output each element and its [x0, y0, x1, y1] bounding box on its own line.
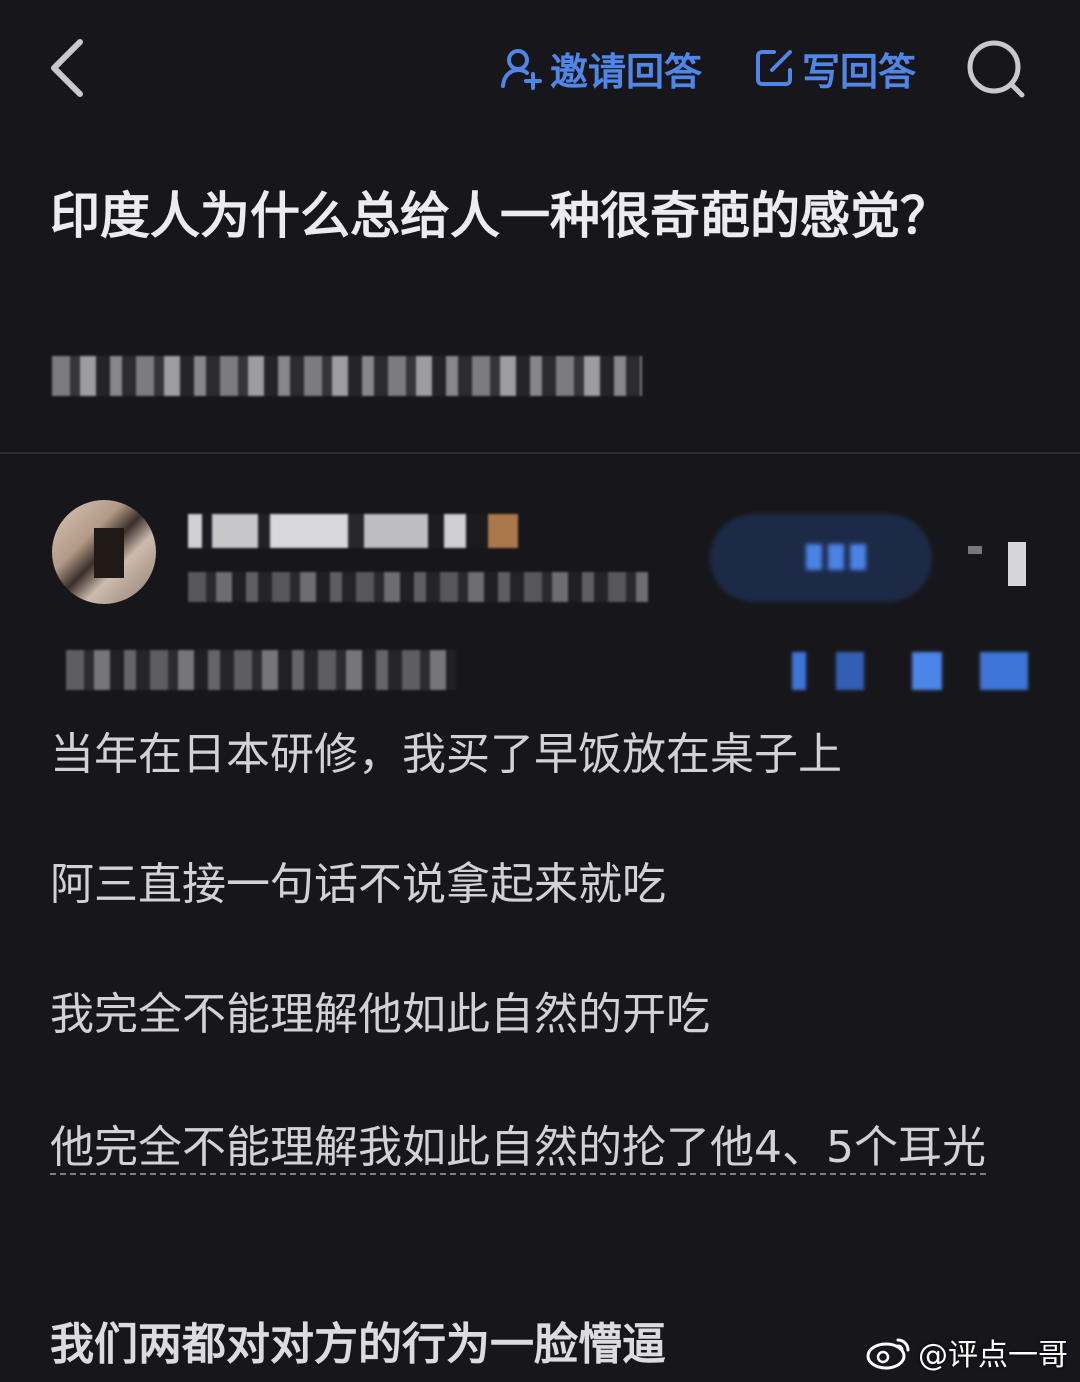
- divider: [0, 452, 1080, 454]
- weibo-icon: [866, 1338, 910, 1370]
- author-bio-blurred: [188, 572, 648, 602]
- watermark: @评点一哥: [866, 1330, 1068, 1374]
- invite-user-icon: [501, 49, 542, 90]
- answer-paragraph: 我们两都对对方的行为一脸懵逼: [50, 1319, 666, 1370]
- question-title[interactable]: 印度人为什么总给人一种很奇葩的感觉？: [50, 174, 1010, 258]
- author-name-blurred[interactable]: [188, 514, 518, 548]
- question-meta-blurred: [52, 356, 642, 396]
- follow-button[interactable]: [710, 514, 932, 602]
- avatar[interactable]: [52, 500, 156, 604]
- answer-paragraph: 当年在日本研修，我买了早饭放在桌子上: [50, 729, 842, 780]
- search-button[interactable]: [962, 38, 1030, 100]
- write-answer-label: 写回答: [802, 49, 917, 94]
- invite-answer-label: 邀请回答: [550, 49, 703, 94]
- answer-stats-blurred: [66, 650, 456, 690]
- answer-link-blurred[interactable]: [792, 652, 1028, 690]
- search-icon: [967, 40, 1025, 98]
- watermark-text: @评点一哥: [918, 1338, 1068, 1373]
- invite-answer-button[interactable]: 邀请回答: [500, 42, 702, 94]
- back-button[interactable]: [44, 36, 92, 100]
- back-icon: [51, 39, 83, 97]
- edit-icon: [756, 50, 792, 86]
- answer-paragraph: 我完全不能理解他如此自然的开吃: [50, 989, 710, 1040]
- answer-paragraph: 阿三直接一句话不说拿起来就吃: [50, 859, 666, 910]
- underlined-text[interactable]: 他完全不能理解我如此自然的抡了他4、5个耳光: [50, 1122, 986, 1175]
- answer-paragraph-underlined: 他完全不能理解我如此自然的抡了他4、5个耳光: [50, 1112, 1035, 1184]
- write-answer-button[interactable]: 写回答: [752, 42, 916, 94]
- top-bar: 邀请回答 写回答: [0, 0, 1080, 140]
- more-options-button[interactable]: [968, 542, 1026, 586]
